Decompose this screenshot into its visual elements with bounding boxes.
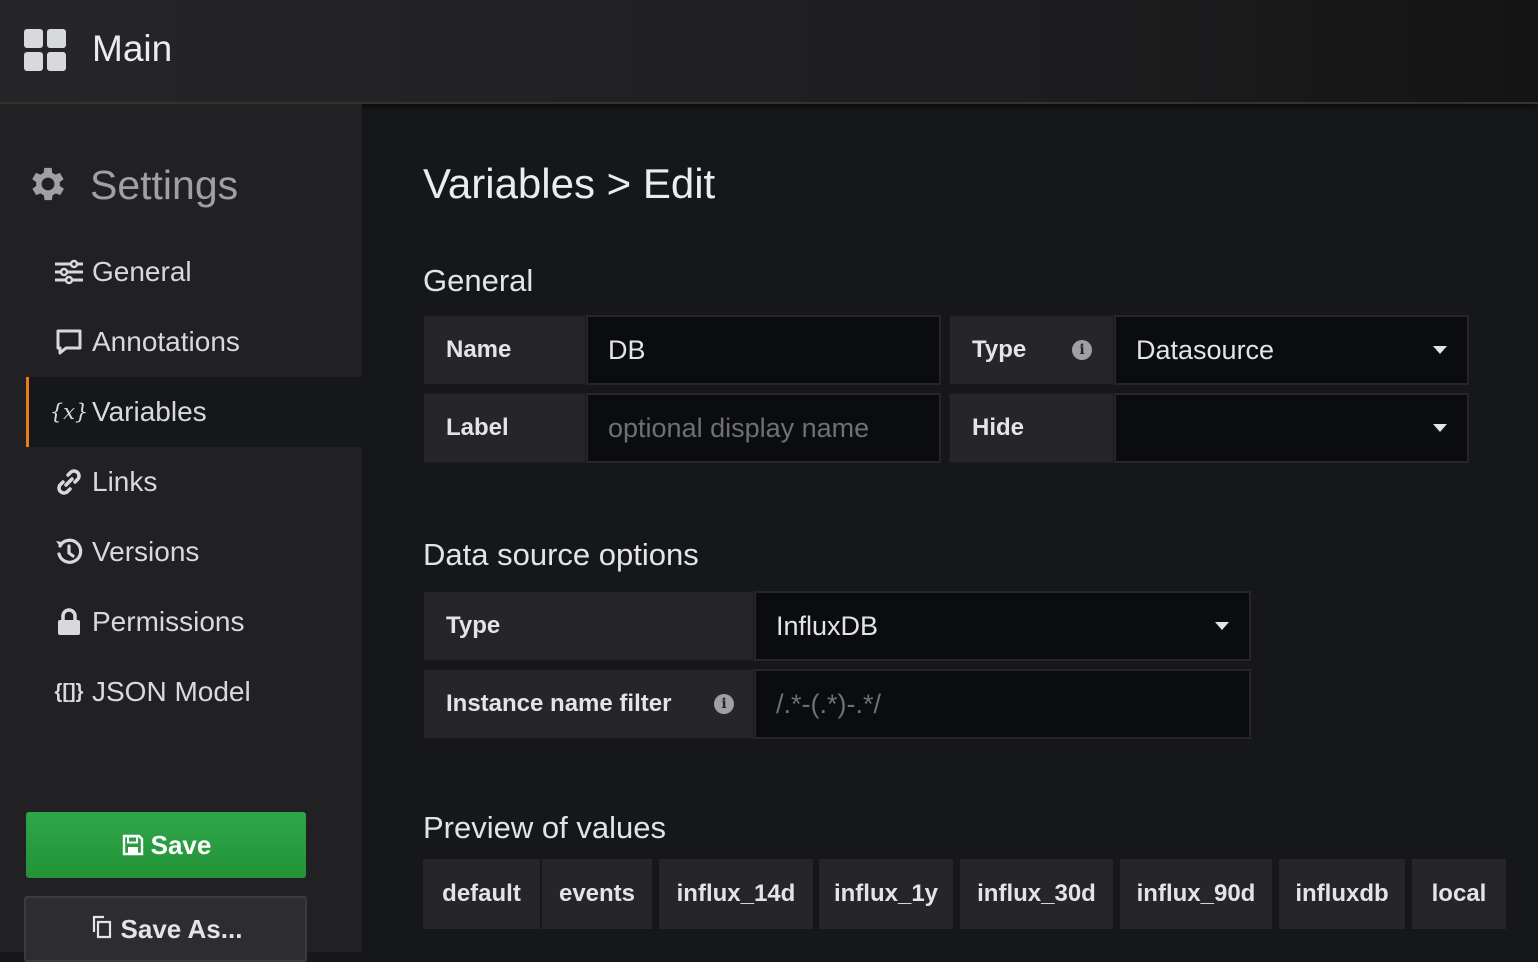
type-select-value: Datasource — [1136, 334, 1275, 365]
preview-value-chip: influx_14d — [659, 859, 813, 929]
sidebar-item-label: Annotations — [92, 326, 240, 357]
hide-label: Hide — [949, 393, 1114, 463]
link-icon — [52, 465, 86, 499]
name-input[interactable]: DB — [586, 315, 941, 385]
json-icon: {[]} — [54, 680, 84, 703]
sidebar-item-variables[interactable]: {x} Variables — [26, 377, 362, 447]
lock-icon — [52, 605, 86, 639]
instance-filter-input[interactable]: /.*-(.*)-.*/ — [754, 669, 1251, 739]
info-icon[interactable]: i — [714, 694, 734, 714]
sidebar-item-label: General — [92, 256, 192, 287]
save-as-button[interactable]: Save As... — [24, 896, 307, 962]
sidebar-item-permissions[interactable]: Permissions — [26, 587, 362, 657]
section-datasource-heading: Data source options — [423, 537, 699, 572]
preview-value-chip: events — [542, 859, 652, 929]
datasource-type-label: Type — [423, 591, 754, 661]
preview-value-chip: default — [423, 859, 540, 929]
sliders-icon — [52, 255, 86, 289]
datasource-type-select[interactable]: InfluxDB — [754, 591, 1251, 661]
dashboard-title[interactable]: Main — [92, 28, 172, 70]
section-general-heading: General — [423, 263, 534, 298]
page-title: Variables > Edit — [423, 160, 716, 207]
caret-down-icon — [1433, 424, 1447, 432]
settings-sidebar: Settings General Annotations {x} Variabl… — [0, 104, 362, 962]
history-icon — [52, 535, 86, 569]
sidebar-item-general[interactable]: General — [26, 237, 362, 307]
save-button-label: Save — [150, 829, 212, 860]
preview-value-chip: influx_30d — [960, 859, 1113, 929]
preview-value-chip: local — [1412, 859, 1506, 929]
comment-icon — [52, 325, 86, 359]
top-navbar: Main — [0, 0, 1538, 104]
instance-filter-placeholder: /.*-(.*)-.*/ — [776, 688, 881, 719]
label-label: Label — [423, 393, 586, 463]
caret-down-icon — [1215, 622, 1229, 630]
info-icon[interactable]: i — [1072, 340, 1092, 360]
type-label: Type i — [949, 315, 1114, 385]
gear-icon — [32, 167, 64, 201]
variable-editor: Variables > Edit General Name DB Type i … — [362, 104, 1538, 952]
instance-filter-label-text: Instance name filter — [446, 690, 672, 717]
sidebar-item-json-model[interactable]: {[]} JSON Model — [26, 657, 362, 727]
hide-select[interactable] — [1114, 393, 1469, 463]
label-input[interactable]: optional display name — [586, 393, 941, 463]
sidebar-item-links[interactable]: Links — [26, 447, 362, 517]
sidebar-item-label: Permissions — [92, 606, 245, 637]
sidebar-item-label: Versions — [92, 536, 200, 567]
preview-value-chip: influx_90d — [1120, 859, 1272, 929]
type-label-text: Type — [972, 336, 1027, 363]
variable-icon: {x} — [49, 400, 89, 424]
dashboard-grid-icon[interactable] — [24, 29, 66, 71]
preview-value-chip: influx_1y — [819, 859, 953, 929]
instance-filter-label: Instance name filter i — [423, 669, 754, 739]
settings-title: Settings — [90, 162, 239, 208]
type-select[interactable]: Datasource — [1114, 315, 1469, 385]
sidebar-item-label: JSON Model — [92, 676, 251, 707]
sidebar-item-label: Variables — [92, 396, 207, 427]
caret-down-icon — [1433, 346, 1447, 354]
section-preview-heading: Preview of values — [423, 810, 666, 845]
datasource-type-value: InfluxDB — [776, 610, 879, 641]
preview-value-chip: influxdb — [1279, 859, 1405, 929]
copy-icon — [89, 914, 115, 940]
name-input-value: DB — [608, 334, 646, 365]
save-button[interactable]: Save — [26, 812, 306, 878]
floppy-disk-icon — [121, 833, 145, 857]
sidebar-item-annotations[interactable]: Annotations — [26, 307, 362, 377]
sidebar-item-label: Links — [92, 466, 158, 497]
sidebar-item-versions[interactable]: Versions — [26, 517, 362, 587]
save-as-button-label: Save As... — [120, 914, 243, 944]
label-input-placeholder: optional display name — [608, 412, 870, 443]
name-label: Name — [423, 315, 586, 385]
